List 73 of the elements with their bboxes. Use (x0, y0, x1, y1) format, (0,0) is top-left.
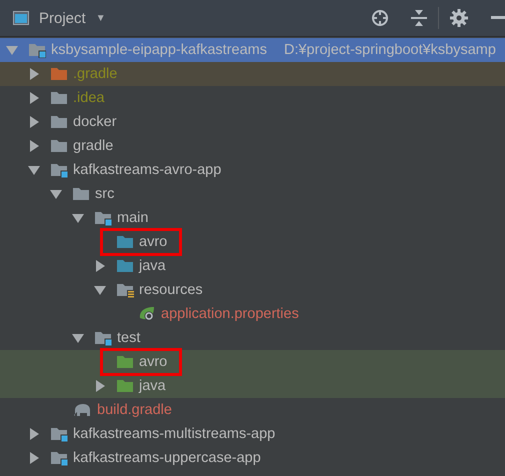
expand-arrow-icon[interactable] (28, 140, 40, 152)
expand-arrow-icon[interactable] (28, 164, 40, 176)
expand-arrow-icon[interactable] (72, 332, 84, 344)
folder-icon (50, 138, 68, 154)
tree-row[interactable]: kafkastreams-avro-app (0, 158, 505, 182)
folder-icon (116, 354, 134, 370)
tree-row[interactable]: gradle (0, 134, 505, 158)
tree-label: java (139, 377, 166, 395)
tree-label: build.gradle (97, 401, 172, 419)
tree-label: kafkastreams-uppercase-app (73, 449, 261, 467)
folder-icon (50, 90, 68, 106)
expand-arrow-icon[interactable] (28, 428, 40, 440)
folder-icon (50, 450, 68, 466)
tree-label: main (117, 209, 148, 227)
expand-arrow-icon[interactable] (50, 188, 62, 200)
folder-icon (116, 378, 134, 394)
settings-icon[interactable] (450, 9, 468, 27)
tree-row[interactable]: kafkastreams-uppercase-app (0, 446, 505, 470)
folder-icon (94, 210, 112, 226)
tree-row[interactable]: java (0, 374, 505, 398)
expand-arrow-icon[interactable] (94, 260, 106, 272)
folder-icon (50, 66, 68, 82)
tree-row[interactable]: kafkastreams-multistreams-app (0, 422, 505, 446)
tree-label: docker (73, 113, 117, 131)
minimize-icon[interactable] (491, 16, 505, 20)
folder-icon (94, 330, 112, 346)
expand-arrow-icon[interactable] (28, 116, 40, 128)
tree-label: src (95, 185, 114, 203)
tree-row[interactable]: docker (0, 110, 505, 134)
tree-row[interactable]: java (0, 254, 505, 278)
path-label: D:¥project-springboot¥ksbysamp (284, 42, 496, 58)
tree-label: .gradle (73, 65, 118, 83)
tree-label: avro (139, 233, 168, 251)
tree-row[interactable]: resources (0, 278, 505, 302)
tree-label: resources (139, 281, 203, 299)
tree-label: kafkastreams-avro-app (73, 161, 222, 179)
tree-label: test (117, 329, 140, 347)
expand-arrow-icon[interactable] (28, 68, 40, 80)
folder-icon (72, 186, 90, 202)
folder-icon (50, 426, 68, 442)
expand-arrow-icon[interactable] (28, 452, 40, 464)
locate-icon[interactable] (371, 9, 389, 27)
folder-icon (116, 258, 134, 274)
tree-row[interactable]: build.gradle (0, 398, 505, 422)
panel-title[interactable]: Project (39, 10, 86, 26)
tree-label: java (139, 257, 166, 275)
tree-label: kafkastreams-multistreams-app (73, 425, 276, 443)
folder-icon (50, 162, 68, 178)
tree-label: ksbysample-eipapp-kafkastreams (51, 41, 267, 59)
folder-icon (116, 282, 134, 298)
folder-icon (116, 234, 134, 250)
tree-row[interactable]: main (0, 206, 505, 230)
tree-label: .idea (73, 89, 104, 107)
tree-row[interactable]: avro (0, 230, 505, 254)
tree-label: application.properties (161, 305, 299, 323)
tree-row[interactable]: avro (0, 350, 505, 374)
collapse-icon[interactable] (411, 9, 427, 27)
expand-arrow-icon[interactable] (72, 212, 84, 224)
tree-row[interactable]: application.properties (0, 302, 505, 326)
tree-row[interactable]: .idea (0, 86, 505, 110)
tree-row[interactable]: src (0, 182, 505, 206)
expand-arrow-icon[interactable] (94, 380, 106, 392)
folder-icon (50, 114, 68, 130)
caret-icon[interactable]: ▼ (96, 12, 106, 24)
leaf-gear-icon (138, 306, 156, 322)
expand-arrow-icon[interactable] (94, 284, 106, 296)
tree-label: gradle (73, 137, 114, 155)
elephant-icon (72, 403, 92, 417)
folder-icon (28, 42, 46, 58)
tree-label: avro (139, 353, 168, 371)
expand-arrow-icon[interactable] (28, 92, 40, 104)
window-icon (13, 11, 29, 25)
tree-row[interactable]: test (0, 326, 505, 350)
